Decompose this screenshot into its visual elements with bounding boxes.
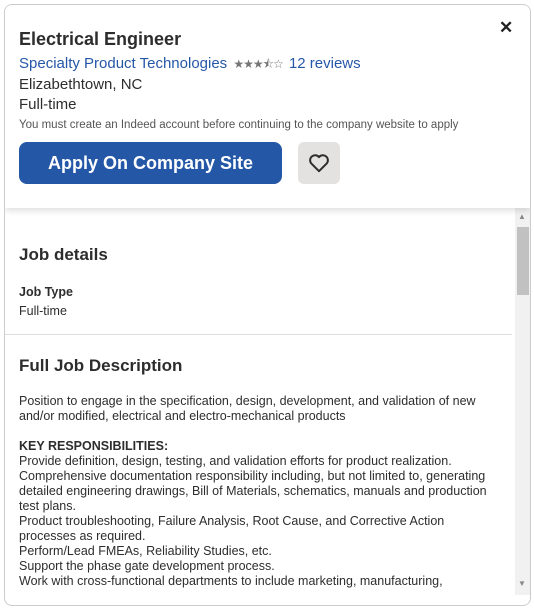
- scroll-down-icon[interactable]: ▼: [518, 579, 526, 588]
- list-item: Perform/Lead FMEAs, Reliability Studies,…: [19, 544, 272, 558]
- scrollbar-thumb[interactable]: [517, 227, 529, 295]
- list-item: Work with cross-functional departments t…: [19, 574, 443, 588]
- job-detail-card: ✕ Electrical Engineer Specialty Product …: [4, 4, 531, 606]
- job-header: ✕ Electrical Engineer Specialty Product …: [5, 5, 530, 208]
- list-item: Support the phase gate development proce…: [19, 559, 275, 573]
- job-type-label: Job Type: [19, 285, 73, 299]
- apply-button[interactable]: Apply On Company Site: [19, 142, 282, 184]
- list-item: Provide definition, design, testing, and…: [19, 454, 452, 468]
- job-body-scroll[interactable]: Job details Job Type Full-time Full Job …: [5, 208, 530, 595]
- job-details-heading: Job details: [19, 245, 108, 264]
- list-item: Comprehensive documentation responsibili…: [19, 469, 487, 513]
- job-description: Position to engage in the specification,…: [19, 394, 499, 589]
- job-location: Elizabethtown, NC: [19, 76, 143, 93]
- rating-stars-icon: ★★★⯪☆: [233, 57, 283, 71]
- job-type: Full-time: [19, 96, 77, 113]
- heart-icon: [309, 154, 329, 173]
- company-row: Specialty Product Technologies ★★★⯪☆ 12 …: [19, 55, 361, 76]
- list-item: Product troubleshooting, Failure Analysi…: [19, 514, 445, 543]
- job-type-value: Full-time: [19, 304, 67, 318]
- divider: [5, 334, 512, 335]
- scroll-up-icon[interactable]: ▲: [518, 212, 526, 221]
- close-icon[interactable]: ✕: [499, 18, 513, 38]
- scrollbar[interactable]: ▲ ▼: [515, 208, 530, 595]
- job-title: Electrical Engineer: [19, 29, 182, 49]
- description-intro: Position to engage in the specification,…: [19, 394, 476, 423]
- responsibilities-heading: KEY RESPONSIBILITIES:: [19, 439, 169, 453]
- account-note: You must create an Indeed account before…: [19, 119, 459, 131]
- description-heading: Full Job Description: [19, 356, 183, 375]
- save-job-button[interactable]: [298, 142, 340, 184]
- reviews-link[interactable]: 12 reviews: [289, 55, 361, 72]
- company-link[interactable]: Specialty Product Technologies: [19, 55, 227, 72]
